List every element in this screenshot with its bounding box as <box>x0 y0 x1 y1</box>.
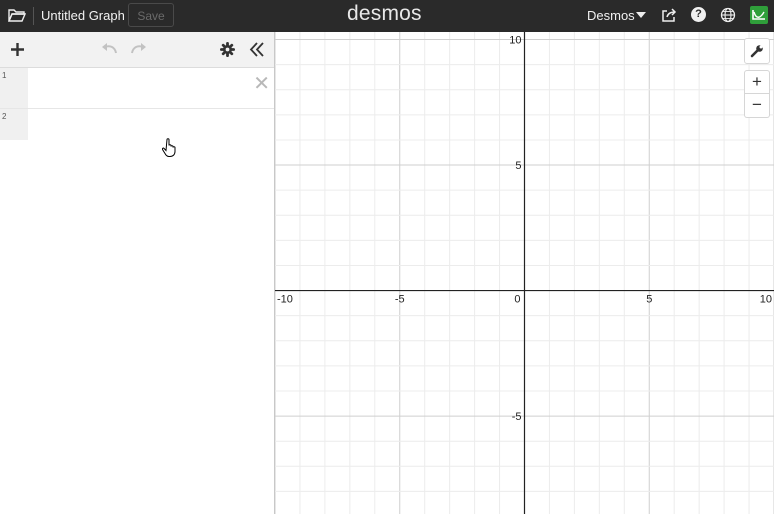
user-menu[interactable]: Desmos <box>587 8 635 23</box>
desmos-user-icon[interactable] <box>750 6 768 24</box>
folder-open-icon[interactable] <box>8 8 26 23</box>
axis-tick-label: 10 <box>760 294 772 306</box>
undo-icon[interactable] <box>100 41 118 55</box>
desmos-logo: desmos <box>347 2 422 25</box>
header-divider <box>33 7 34 25</box>
axis-tick-label: 10 <box>509 35 521 47</box>
axis-tick-label: 5 <box>515 160 521 172</box>
expression-row[interactable]: 1 ✕ <box>0 68 274 109</box>
expression-index: 2 <box>2 112 7 121</box>
expression-row[interactable]: 2 <box>0 109 274 140</box>
help-icon[interactable]: ? <box>691 7 706 22</box>
graph-settings-button[interactable] <box>744 38 770 64</box>
plus-icon[interactable] <box>10 42 25 57</box>
redo-icon[interactable] <box>130 41 148 55</box>
zoom-in-button[interactable]: + <box>744 70 770 94</box>
share-icon[interactable] <box>661 7 677 23</box>
zoom-in-icon: + <box>752 72 762 91</box>
axis-tick-label: 0 <box>514 294 520 306</box>
axis-tick-label: -10 <box>277 294 293 306</box>
zoom-out-button[interactable]: − <box>744 94 770 118</box>
axis-tick-label: -5 <box>512 411 522 423</box>
expression-index-cell: 2 <box>0 109 28 140</box>
graph-paper[interactable]: -10 -5 0 5 10 10 5 -5 <box>275 32 774 514</box>
delete-expression-icon[interactable]: ✕ <box>253 71 270 96</box>
gear-icon[interactable] <box>220 42 235 57</box>
axis-tick-label: -5 <box>395 294 405 306</box>
expression-index-cell: 1 <box>0 68 28 108</box>
graph-title[interactable]: Untitled Graph <box>41 8 125 23</box>
top-bar: Untitled Graph Save desmos Desmos ? <box>0 0 774 32</box>
zoom-out-icon: − <box>752 95 762 114</box>
expression-index: 1 <box>2 71 7 80</box>
expression-panel: 1 ✕ 2 <box>0 32 275 514</box>
save-button[interactable]: Save <box>128 3 174 27</box>
double-chevron-left-icon[interactable] <box>249 42 265 57</box>
axis-tick-label: 5 <box>646 294 652 306</box>
hand-cursor-icon <box>162 138 176 157</box>
expression-toolbar <box>0 32 274 68</box>
wrench-icon <box>750 45 763 58</box>
chevron-down-icon[interactable] <box>636 12 646 18</box>
globe-icon[interactable] <box>720 7 736 23</box>
